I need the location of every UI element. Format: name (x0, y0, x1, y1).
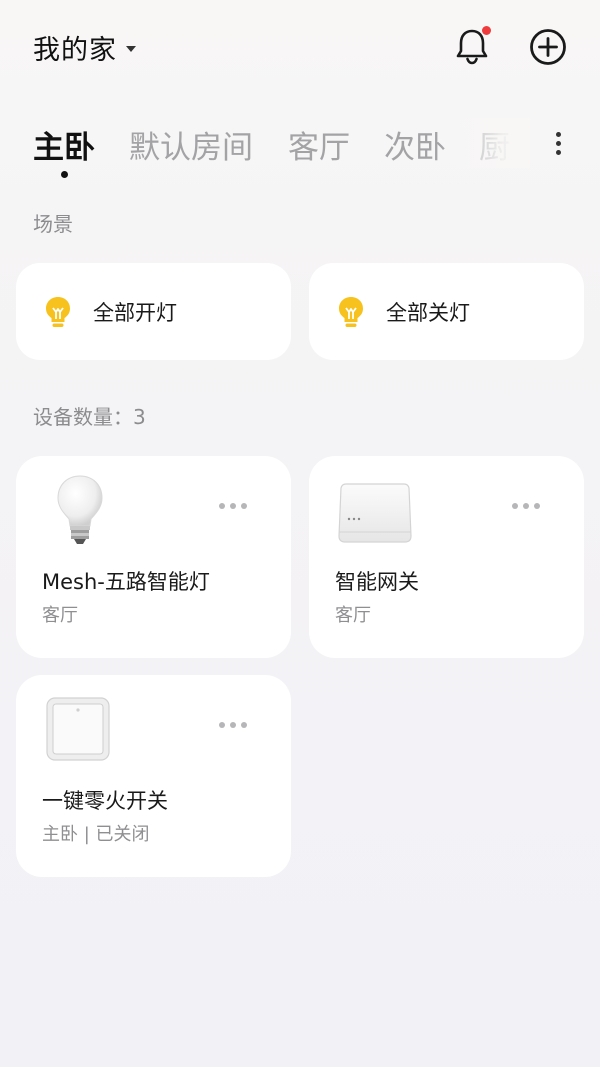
device-room: 客厅 (42, 605, 78, 626)
device-card-wall-switch[interactable]: 一键零火开关 主卧 | 已关闭 (16, 675, 291, 877)
gateway-icon (338, 483, 412, 543)
device-card-mesh-light[interactable]: Mesh-五路智能灯 客厅 (16, 456, 291, 658)
bulb-icon (339, 297, 363, 327)
caret-down-icon (126, 45, 136, 52)
active-tab-indicator (61, 171, 68, 178)
home-title: 我的家 (33, 35, 117, 66)
more-horizontal-icon[interactable] (219, 494, 255, 509)
scenes-section-title: 场景 (33, 212, 73, 236)
more-horizontal-icon[interactable] (219, 713, 255, 728)
wall-switch-icon (46, 697, 110, 761)
top-bar: 我的家 (0, 0, 600, 95)
device-name: Mesh-五路智能灯 (42, 570, 210, 594)
scene-all-lights-off[interactable]: 全部关灯 (309, 263, 584, 360)
tab-main-bedroom[interactable]: 主卧 (33, 122, 95, 167)
tab-default-room[interactable]: 默认房间 (129, 122, 253, 167)
scene-all-lights-on[interactable]: 全部开灯 (16, 263, 291, 360)
scene-label: 全部开灯 (93, 301, 177, 325)
device-name: 智能网关 (335, 570, 419, 594)
tabs-fade-overlay (440, 118, 530, 168)
add-circle-icon[interactable] (529, 28, 567, 66)
smart-bulb-icon (57, 475, 103, 544)
more-horizontal-icon[interactable] (512, 494, 548, 509)
home-selector[interactable]: 我的家 (33, 28, 136, 67)
device-room: 客厅 (335, 605, 371, 626)
device-card-gateway[interactable]: 智能网关 客厅 (309, 456, 584, 658)
device-count-label: 设备数量：3 (33, 405, 146, 429)
scene-label: 全部关灯 (386, 301, 470, 325)
more-vertical-icon[interactable] (548, 132, 568, 162)
notification-badge (482, 26, 491, 35)
tab-second-bedroom[interactable]: 次卧 (384, 122, 446, 167)
device-name: 一键零火开关 (42, 789, 168, 813)
bulb-icon (46, 297, 70, 327)
tab-living-room[interactable]: 客厅 (288, 122, 350, 167)
device-status: 主卧 | 已关闭 (42, 824, 150, 845)
